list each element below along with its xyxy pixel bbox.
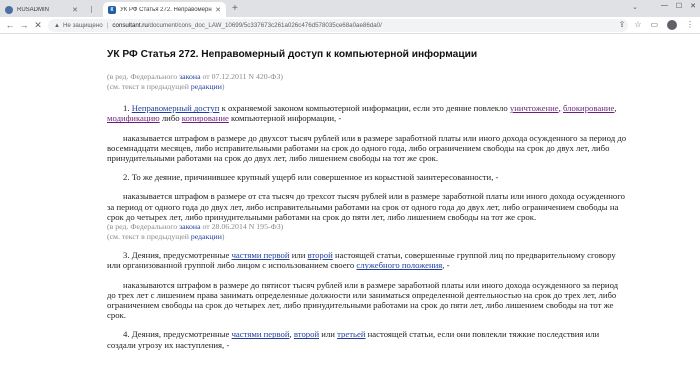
paragraph-4: 4. Деяния, предусмотренные частями перво… — [107, 329, 600, 350]
consultant-favicon-icon: К — [108, 5, 116, 14]
url-path: /document/cons_doc_LAW_10699/5c337673c26… — [147, 22, 382, 29]
paragraph-1: 1. Неправомерный доступ к охраняемой зак… — [107, 103, 617, 124]
edition-law-link-2[interactable]: закона — [179, 222, 200, 231]
tab-strip: RUSADMIN ✕ К УК РФ Статья 272. Неправоме… — [0, 0, 700, 17]
toolbar-icons: ⇪ ☆ ▭ ⋮ — [619, 20, 694, 30]
forward-arrow-icon[interactable]: → — [18, 19, 30, 31]
maximize-icon[interactable]: ☐ — [676, 2, 682, 10]
back-arrow-icon[interactable]: ← — [4, 19, 16, 31]
profile-avatar-icon[interactable] — [667, 20, 677, 30]
third-part-link[interactable]: третьей — [337, 329, 365, 339]
destruction-link[interactable]: уничтожение — [510, 103, 559, 113]
menu-dots-icon[interactable]: ⋮ — [686, 20, 694, 30]
edition-note-2: (в ред. Федерального закона от 28.06.201… — [107, 222, 284, 232]
official-position-link[interactable]: служебного положения — [356, 260, 442, 270]
unlawful-access-link[interactable]: Неправомерный доступ — [132, 103, 220, 113]
tab-title: УК РФ Статья 272. Неправомерн... — [120, 6, 213, 13]
url-host: consultant.ru — [112, 22, 148, 29]
paragraph-1-penalty: наказывается штрафом в размере до двухсо… — [107, 132, 627, 163]
new-tab-button[interactable]: + — [232, 3, 238, 15]
close-icon[interactable]: ✕ — [215, 6, 221, 14]
address-separator: | — [106, 22, 109, 29]
page-title: УК РФ Статья 272. Неправомерный доступ к… — [107, 49, 478, 60]
tab-rusadmin[interactable]: RUSADMIN ✕ — [0, 2, 83, 17]
paragraph-3: 3. Деяния, предусмотренные частями перво… — [107, 250, 616, 271]
stop-loading-icon[interactable]: ✕ — [32, 19, 44, 31]
warning-icon[interactable]: ▲ — [54, 23, 60, 29]
tab-search-icon[interactable]: ⌄ — [632, 3, 638, 11]
tab-consultant[interactable]: К УК РФ Статья 272. Неправомерн... ✕ — [103, 2, 226, 17]
blocking-link[interactable]: блокирование — [563, 103, 614, 113]
second-part-link[interactable]: второй — [308, 250, 333, 260]
tab-divider — [91, 6, 92, 13]
address-bar[interactable]: ▲ Не защищено | consultant.ru /document/… — [48, 19, 628, 32]
modification-link[interactable]: модификацию — [107, 113, 160, 123]
paragraph-2: 2. То же деяние, причинившее крупный уще… — [123, 172, 499, 183]
minimize-icon[interactable]: — — [661, 2, 668, 10]
share-icon[interactable]: ⇪ — [619, 20, 626, 30]
prev-edition-link[interactable]: редакции — [191, 82, 222, 91]
prev-text-note: (см. текст в предыдущей редакции) — [107, 81, 225, 91]
paragraph-3-penalty: наказываются штрафом в размере до пятисо… — [107, 279, 619, 321]
tab-title: RUSADMIN — [17, 6, 50, 13]
browser-toolbar: ← → ✕ ▲ Не защищено | consultant.ru /doc… — [0, 17, 700, 34]
copying-link[interactable]: копирование — [182, 113, 229, 123]
edition-law-link[interactable]: закона — [179, 72, 200, 81]
close-icon[interactable]: ✕ — [72, 6, 78, 14]
prev-text-note-2: (см. текст в предыдущей редакции) — [107, 231, 225, 241]
second-part-link-2[interactable]: второй — [294, 329, 319, 339]
edition-note: (в ред. Федерального закона от 07.12.201… — [107, 72, 283, 81]
split-view-icon[interactable]: ▭ — [650, 20, 658, 30]
window-controls: — ☐ ✕ — [661, 2, 696, 10]
user-favicon-icon — [5, 5, 13, 14]
document-body: УК РФ Статья 272. Неправомерный доступ к… — [107, 48, 627, 350]
paragraph-2-penalty: наказывается штрафом в размере от ста ты… — [107, 191, 625, 222]
parts-first-link[interactable]: частями первой — [232, 250, 290, 260]
close-window-icon[interactable]: ✕ — [690, 2, 696, 10]
prev-edition-link-2[interactable]: редакции — [191, 232, 222, 241]
bookmark-star-icon[interactable]: ☆ — [634, 20, 641, 30]
not-secure-label: Не защищено — [62, 22, 103, 29]
parts-first-link-2[interactable]: частями первой — [232, 329, 290, 339]
